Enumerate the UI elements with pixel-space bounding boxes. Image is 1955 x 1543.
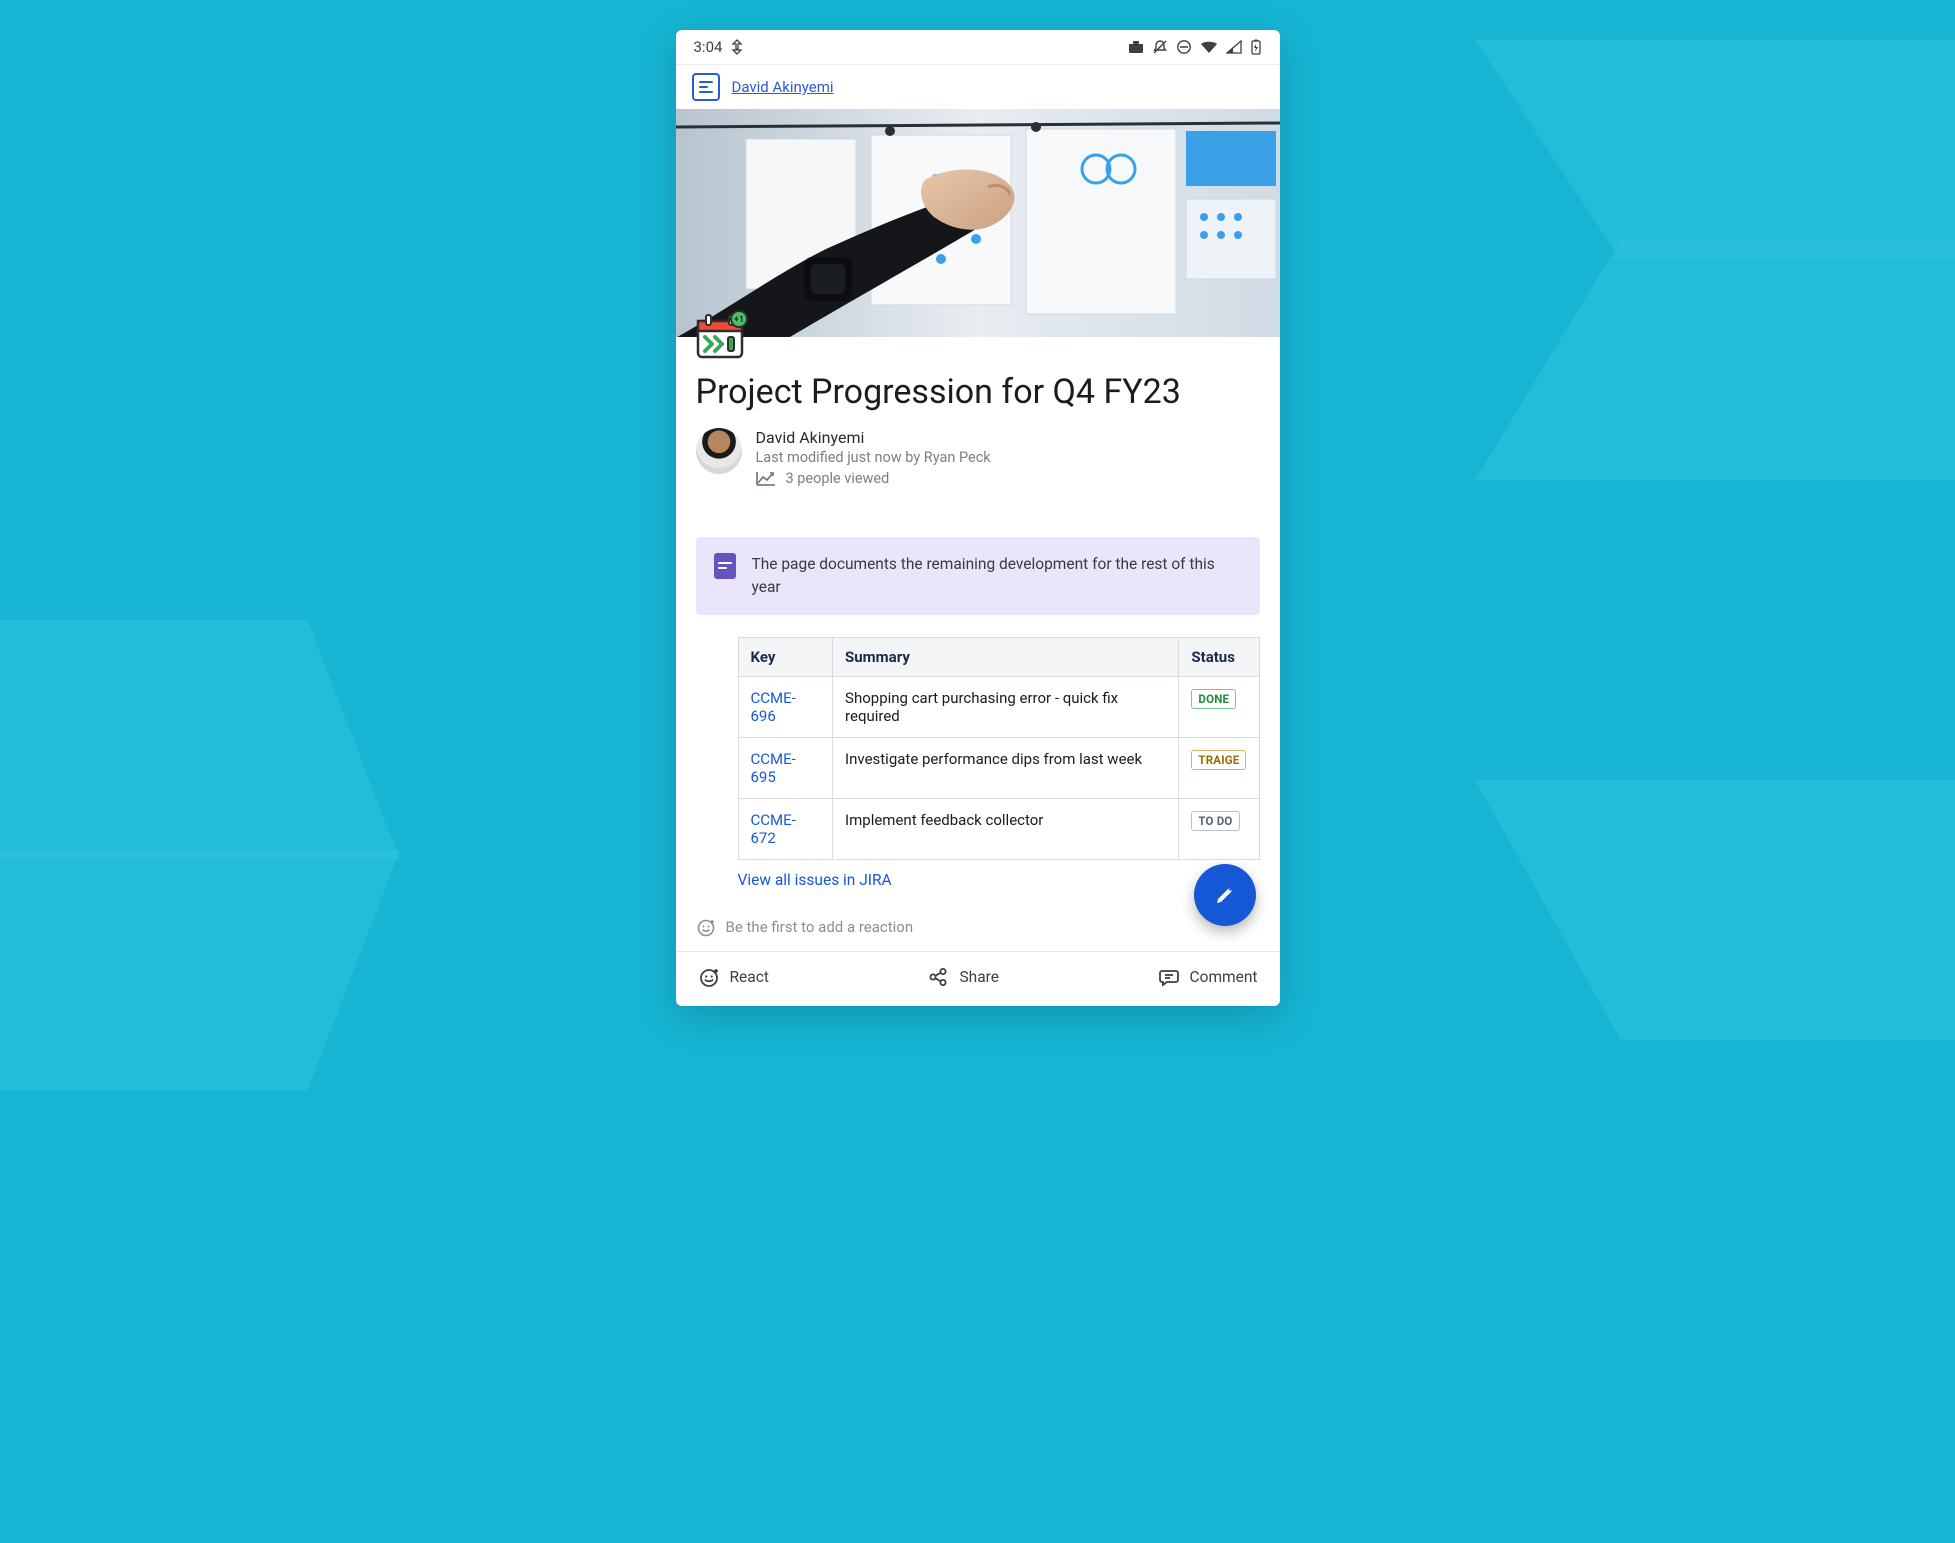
bell-off-icon [1152, 39, 1168, 55]
note-icon [714, 553, 736, 579]
status-badge: TRAIGE [1191, 750, 1246, 770]
issue-summary: Shopping cart purchasing error - quick f… [833, 677, 1179, 738]
comment-label: Comment [1190, 968, 1258, 986]
reaction-strip[interactable]: Be the first to add a reaction [676, 889, 1280, 951]
author-name[interactable]: David Akinyemi [756, 428, 991, 447]
page-title: Project Progression for Q4 FY23 [696, 371, 1260, 414]
col-status: Status [1179, 638, 1259, 677]
sync-icon [730, 39, 744, 55]
phone-frame: 3:04 [676, 30, 1280, 1006]
issues-table: Key Summary Status CCME-696 Shopping cart… [738, 637, 1260, 860]
bg-shape [1475, 780, 1955, 1040]
battery-icon [1250, 39, 1262, 55]
status-badge: TO DO [1191, 811, 1239, 831]
comment-button[interactable]: Comment [1158, 966, 1258, 988]
share-label: Share [959, 968, 999, 986]
dnd-icon [1176, 39, 1192, 55]
page-meta: David Akinyemi Last modified just now by… [696, 428, 1260, 487]
issue-key-link[interactable]: CCME-672 [751, 811, 796, 847]
add-reaction-icon[interactable] [696, 917, 716, 937]
svg-text:+1: +1 [733, 315, 743, 325]
table-row: CCME-695 Investigate performance dips fro… [738, 738, 1259, 799]
issue-key-link[interactable]: CCME-695 [751, 750, 796, 786]
info-panel: The page documents the remaining develop… [696, 537, 1260, 616]
breadcrumb: David Akinyemi [676, 64, 1280, 109]
bg-shape [0, 620, 400, 860]
status-badge: DONE [1191, 689, 1236, 709]
react-icon [698, 966, 720, 988]
pencil-icon [1214, 884, 1236, 906]
status-time: 3:04 [694, 38, 723, 56]
breadcrumb-author-link[interactable]: David Akinyemi [732, 78, 834, 96]
hero-image: +1 [676, 109, 1280, 337]
comment-icon [1158, 966, 1180, 988]
issue-summary: Investigate performance dips from last w… [833, 738, 1179, 799]
view-all-issues-link[interactable]: View all issues in JIRA [738, 871, 892, 889]
signal-icon [1226, 40, 1242, 54]
analytics-icon [756, 470, 776, 486]
viewed-count[interactable]: 3 people viewed [786, 470, 890, 487]
react-label: React [730, 968, 769, 986]
bg-shape [1475, 40, 1955, 260]
reaction-prompt: Be the first to add a reaction [726, 918, 914, 936]
table-row: CCME-696 Shopping cart purchasing error -… [738, 677, 1259, 738]
share-icon [927, 966, 949, 988]
avatar[interactable] [696, 428, 742, 474]
page-content: Project Progression for Q4 FY23 David Ak… [676, 337, 1280, 487]
issue-summary: Implement feedback collector [833, 799, 1179, 860]
bottom-bar: React Share Comment [676, 951, 1280, 1006]
table-row: CCME-672 Implement feedback collector TO D… [738, 799, 1259, 860]
bg-shape [1475, 240, 1955, 480]
issues-table-wrap: Key Summary Status CCME-696 Shopping cart… [738, 637, 1260, 860]
modified-line: Last modified just now by Ryan Peck [756, 449, 991, 466]
doc-icon [692, 73, 720, 101]
react-button[interactable]: React [698, 966, 769, 988]
bg-shape [0, 850, 400, 1090]
info-panel-text: The page documents the remaining develop… [752, 553, 1242, 600]
share-button[interactable]: Share [927, 966, 999, 988]
page-emoji-icon: +1 [692, 307, 748, 363]
edit-fab[interactable] [1194, 864, 1256, 926]
status-bar: 3:04 [676, 30, 1280, 64]
briefcase-icon [1128, 40, 1144, 54]
wifi-icon [1200, 40, 1218, 54]
col-key: Key [738, 638, 833, 677]
col-summary: Summary [833, 638, 1179, 677]
issue-key-link[interactable]: CCME-696 [751, 689, 796, 725]
